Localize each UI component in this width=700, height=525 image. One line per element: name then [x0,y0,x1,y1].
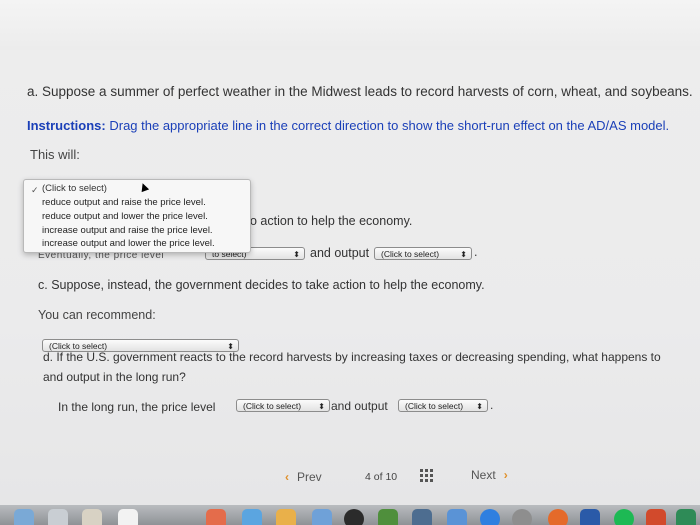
up-down-arrow-icon: ⬍ [476,402,483,411]
spotify-icon[interactable] [614,509,634,525]
maps-icon[interactable] [242,509,262,525]
and-output-label: and output [310,246,370,260]
you-can-recommend-label: You can recommend: [38,308,156,322]
clock-icon[interactable] [344,509,364,525]
finder-icon[interactable] [14,509,34,525]
dropdown-option-reduce-raise[interactable]: reduce output and raise the price level. [42,197,206,208]
keynote-icon[interactable] [412,509,432,525]
dock [0,505,700,525]
chevron-left-icon: ‹ [285,470,289,484]
longrun-output-select[interactable]: (Click to select) ⬍ [398,399,488,412]
and-output-label-2: and output [331,399,388,413]
up-down-arrow-icon: ⬍ [460,250,467,259]
instructions-text: Drag the appropriate line in the correct… [105,118,670,133]
files-icon[interactable] [312,509,332,525]
output-select-value: (Click to select) [381,249,440,259]
word-icon[interactable] [580,509,600,525]
page-of: of [373,471,383,483]
up-down-arrow-icon: ⬍ [293,250,300,259]
photo-app-icon[interactable] [276,509,296,525]
prev-button[interactable]: ‹ Prev [285,470,322,484]
launchpad-icon[interactable] [48,509,68,525]
question-a: a. Suppose a summer of perfect weather i… [27,84,693,99]
dropdown-option-increase-raise[interactable]: increase output and raise the price leve… [42,225,213,236]
powerpoint-icon[interactable] [646,509,666,525]
dropdown-option-increase-lower[interactable]: increase output and lower the price leve… [42,238,215,249]
photos-icon[interactable] [206,509,226,525]
long-run-label: In the long run, the price level [58,400,216,414]
chrome-icon[interactable] [548,509,568,525]
period-2: . [490,398,494,412]
page-total: 10 [385,471,398,483]
question-c: c. Suppose, instead, the government deci… [38,278,485,292]
dropdown-option-placeholder[interactable]: (Click to select) [42,183,107,194]
next-button[interactable]: Next › [471,468,508,482]
calendar-icon[interactable] [82,509,102,525]
grid-icon[interactable] [420,469,433,482]
checkmark-icon: ✓ [31,185,39,195]
longrun-output-select-value: (Click to select) [405,401,464,411]
longrun-price-select-value: (Click to select) [243,401,302,411]
app-store-icon[interactable] [480,509,500,525]
next-label: Next [471,468,496,482]
dropdown-option-reduce-lower[interactable]: reduce output and lower the price level. [42,211,208,222]
notes-icon[interactable] [118,509,138,525]
chevron-right-icon: › [503,468,508,482]
top-band [0,0,700,50]
page-current: 4 [365,471,371,483]
output-select[interactable]: (Click to select) ⬍ [374,247,472,260]
longrun-price-select[interactable]: (Click to select) ⬍ [236,399,330,412]
period: . [474,245,478,259]
excel-icon[interactable] [676,509,696,525]
question-b-partial: o action to help the economy. [250,214,413,228]
prev-label: Prev [297,470,322,484]
question-d-line1: d. If the U.S. government reacts to the … [43,350,661,364]
question-d-line2: and output in the long run? [43,370,186,384]
instructions-line: Instructions: Drag the appropriate line … [27,118,669,133]
up-down-arrow-icon: ⬍ [318,402,325,411]
effect-dropdown-menu[interactable]: ✓ (Click to select) reduce output and ra… [23,179,251,253]
this-will-label: This will: [30,147,80,162]
numbers-icon[interactable] [378,509,398,525]
preview-icon[interactable] [447,509,467,525]
page-counter: 4 of 10 [365,471,397,483]
instructions-label: Instructions: [27,118,106,133]
settings-icon[interactable] [512,509,532,525]
